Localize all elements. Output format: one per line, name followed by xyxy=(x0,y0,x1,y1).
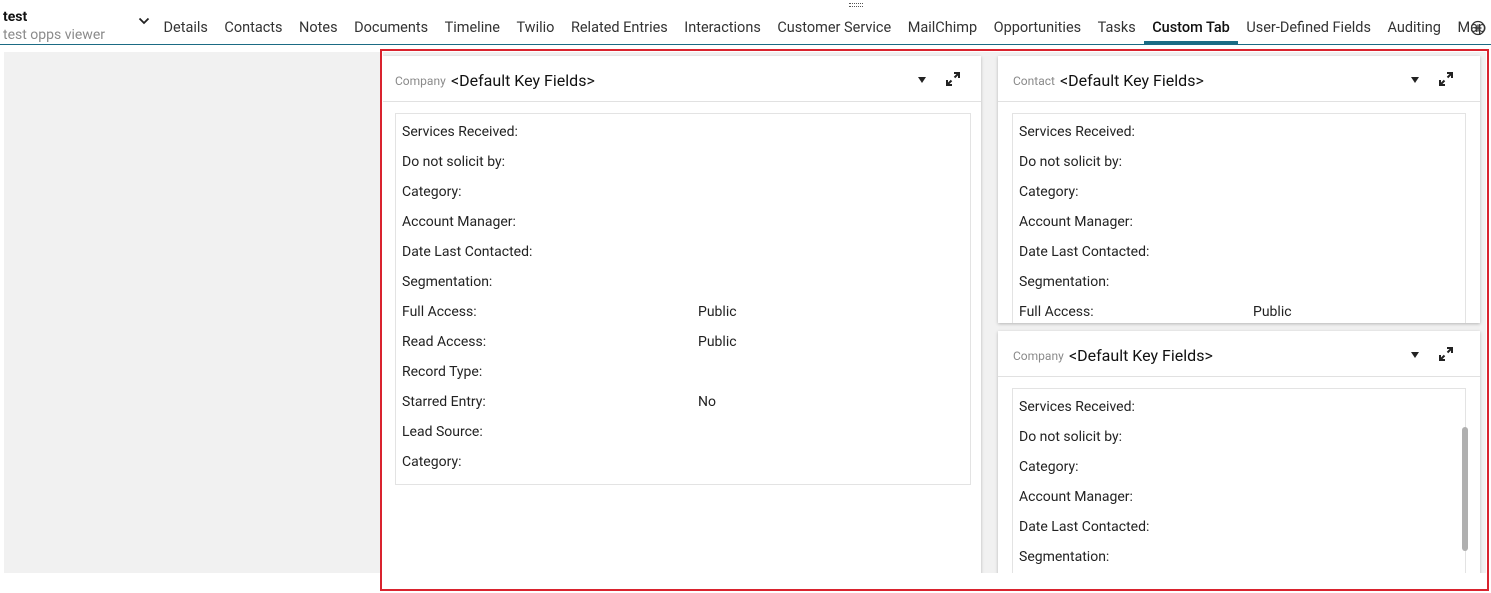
selection-highlight-frame xyxy=(380,49,1489,591)
tab-opportunities[interactable]: Opportunities xyxy=(985,12,1089,44)
record-subtitle: test opps viewer xyxy=(3,27,105,43)
tab-interactions[interactable]: Interactions xyxy=(676,12,769,44)
tab-contacts[interactable]: Contacts xyxy=(216,12,291,44)
tab-timeline[interactable]: Timeline xyxy=(436,12,508,44)
chevron-down-icon[interactable] xyxy=(138,15,150,27)
drag-handle[interactable] xyxy=(849,3,863,7)
tab-auditing[interactable]: Auditing xyxy=(1379,12,1449,44)
tab-custom-tab[interactable]: Custom Tab xyxy=(1143,12,1238,44)
tab-customer-service[interactable]: Customer Service xyxy=(769,12,899,44)
tab-documents[interactable]: Documents xyxy=(346,12,437,44)
header-divider xyxy=(0,44,1491,45)
record-title: test xyxy=(3,9,28,25)
left-pane xyxy=(4,52,380,573)
tab-related-entries[interactable]: Related Entries xyxy=(562,12,675,44)
tab-twilio[interactable]: Twilio xyxy=(508,12,563,44)
add-tab-icon[interactable] xyxy=(1470,20,1486,36)
tab-user-defined-fields[interactable]: User-Defined Fields xyxy=(1238,12,1379,44)
tab-mailchimp[interactable]: MailChimp xyxy=(899,12,985,44)
tab-bar: Details Contacts Notes Documents Timeline Twi… xyxy=(155,12,1491,44)
tab-details[interactable]: Details xyxy=(155,12,216,44)
tab-notes[interactable]: Notes xyxy=(291,12,346,44)
tab-tasks[interactable]: Tasks xyxy=(1089,12,1144,44)
record-header: test test opps viewer Details Contacts Not… xyxy=(0,0,1491,46)
